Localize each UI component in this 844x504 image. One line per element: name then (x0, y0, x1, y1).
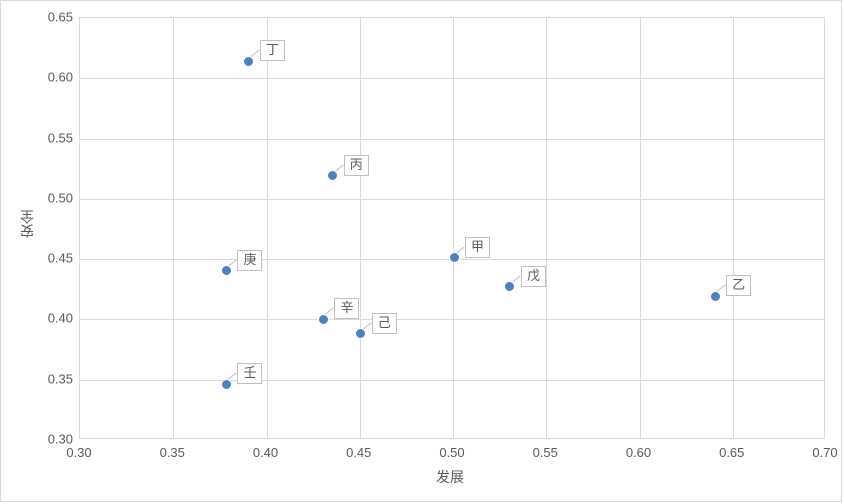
x-tick-label: 0.50 (439, 445, 464, 460)
y-tick-label: 0.35 (39, 371, 73, 386)
data-point (327, 170, 338, 181)
x-tick-label: 0.35 (160, 445, 185, 460)
gridline-vertical (453, 18, 454, 438)
x-tick-label: 0.30 (66, 445, 91, 460)
y-tick-label: 0.60 (39, 70, 73, 85)
y-tick-label: 0.65 (39, 10, 73, 25)
data-label: 丁 (260, 40, 285, 61)
x-tick-label: 0.40 (253, 445, 278, 460)
gridline-vertical (733, 18, 734, 438)
y-tick-label: 0.50 (39, 190, 73, 205)
gridline-vertical (173, 18, 174, 438)
x-tick-label: 0.70 (812, 445, 837, 460)
x-tick-label: 0.60 (626, 445, 651, 460)
x-tick-label: 0.55 (533, 445, 558, 460)
gridline-horizontal (80, 139, 824, 140)
gridline-horizontal (80, 380, 824, 381)
data-point (710, 291, 721, 302)
data-label: 丙 (344, 155, 369, 176)
gridline-vertical (360, 18, 361, 438)
y-tick-label: 0.30 (39, 432, 73, 447)
data-point (221, 265, 232, 276)
data-label: 辛 (334, 298, 359, 319)
y-axis-label: 安全 (17, 210, 37, 238)
data-point (243, 56, 254, 67)
data-point (449, 252, 460, 263)
data-point (355, 328, 366, 339)
gridline-horizontal (80, 78, 824, 79)
y-tick-label: 0.55 (39, 130, 73, 145)
data-label: 己 (372, 313, 397, 334)
data-label: 庚 (237, 250, 262, 271)
y-tick-label: 0.45 (39, 251, 73, 266)
data-label: 戊 (521, 266, 546, 287)
chart-container: 丁丙甲庚戊 乙辛己壬 发展 安全 0.30 0.35 0.40 0.45 0.50 0.55… (0, 0, 842, 502)
data-label: 乙 (726, 275, 751, 296)
x-tick-label: 0.65 (719, 445, 744, 460)
plot-area: 丁丙甲庚戊 乙辛己壬 (79, 17, 825, 439)
x-tick-label: 0.45 (346, 445, 371, 460)
data-label: 壬 (237, 363, 262, 384)
data-label: 甲 (465, 237, 490, 258)
x-axis-label: 发展 (436, 467, 464, 487)
gridline-vertical (267, 18, 268, 438)
gridline-vertical (640, 18, 641, 438)
y-tick-label: 0.40 (39, 311, 73, 326)
data-point (221, 379, 232, 390)
gridline-horizontal (80, 319, 824, 320)
gridline-vertical (546, 18, 547, 438)
data-point (504, 281, 515, 292)
data-point (318, 314, 329, 325)
gridline-horizontal (80, 199, 824, 200)
